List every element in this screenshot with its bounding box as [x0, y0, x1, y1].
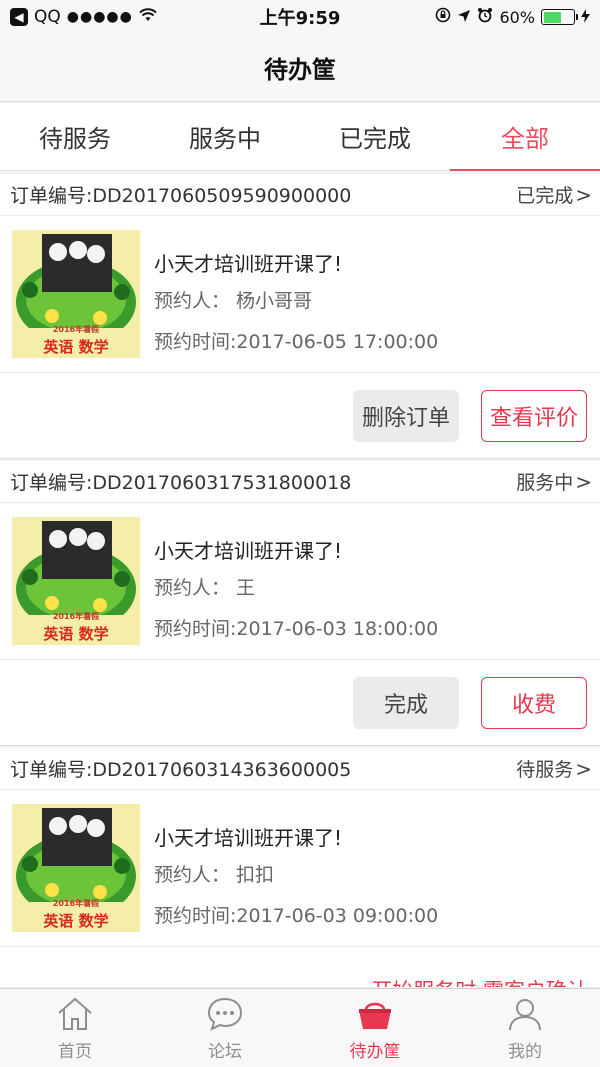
tab-pending[interactable]: 待服务 [0, 103, 150, 170]
chevron-right-icon: > [575, 756, 592, 781]
alarm-icon [477, 7, 493, 27]
order-booker: 预约人： 扣扣 [154, 864, 275, 886]
status-tabs: 待服务 服务中 已完成 全部 [0, 103, 600, 171]
page-title: 待办筐 [264, 56, 336, 84]
thumbnail-year-text: 2016年暑假 [52, 612, 100, 621]
chevron-right-icon: > [575, 182, 592, 207]
order-title: 小天才培训班开课了! [154, 826, 343, 850]
order-number: 订单编号:DD201706031436360​0005 [10, 759, 352, 781]
order-booker: 预约人： 王 [154, 577, 256, 599]
bottom-tab-bar: 首页 论坛 待办筐 我的 [0, 988, 600, 1067]
service-confirm-text: 开始服务时,需客户确认 [371, 975, 588, 987]
thumbnail-subject-text: 英语 数学 [43, 625, 109, 643]
thumbnail-subject-text: 英语 数学 [43, 338, 109, 356]
tabbar-item-me[interactable]: 我的 [450, 989, 600, 1067]
delete-order-button[interactable]: 删除订单 [353, 389, 459, 442]
tabbar-item-todo-basket[interactable]: 待办筐 [300, 989, 450, 1067]
chat-icon [205, 995, 245, 1033]
tab-completed[interactable]: 已完成 [300, 103, 450, 170]
order-card: 订单编号:DD201706031436360​0005 待服务 > [0, 748, 600, 987]
charging-icon [581, 8, 590, 27]
order-title: 小天才培训班开课了! [154, 539, 343, 563]
order-card: 订单编号:DD20170605095909000​00 已完成 > [0, 174, 600, 459]
signal-icon: ●●●●● [66, 9, 133, 25]
order-actions: 删除订单 查看评价 [0, 373, 600, 459]
tabbar-item-home[interactable]: 首页 [0, 989, 150, 1067]
navigation-bar: 待办筐 [0, 34, 600, 102]
order-card: 订单编号:DD201706031753180​0018 服务中 > [0, 461, 600, 746]
order-time: 预约时间:2017-06-03 18:00:00 [154, 618, 439, 640]
status-time: 上午9:59 [259, 8, 341, 29]
battery-percent: 60% [499, 7, 535, 27]
wifi-icon [139, 8, 157, 26]
location-icon [457, 8, 471, 27]
order-status-link[interactable]: 已完成 > [516, 181, 592, 208]
order-status: 服务中 [516, 472, 574, 494]
order-status-link[interactable]: 待服务 > [516, 755, 592, 782]
back-to-app-icon[interactable]: ◀ [10, 8, 28, 26]
thumbnail-year-text: 2016年暑假 [52, 899, 100, 908]
user-icon [505, 995, 545, 1033]
order-list[interactable]: 订单编号:DD20170605095909000​00 已完成 > [0, 174, 600, 990]
order-status-link[interactable]: 服务中 > [516, 468, 592, 495]
battery-icon [541, 9, 578, 25]
order-body[interactable]: 2016年暑假 英语 数学 小天才培训班开课了! 预约人： 扣扣 预约时间:20… [0, 790, 600, 947]
order-title: 小天才培训班开课了! [154, 252, 343, 276]
order-number: 订单编号:DD201706031753180​0018 [10, 472, 352, 494]
chevron-right-icon: > [575, 469, 592, 494]
order-status: 待服务 [516, 759, 574, 781]
charge-button[interactable]: 收费 [481, 676, 587, 729]
thumbnail-year-text: 2016年暑假 [52, 325, 100, 334]
rotation-lock-icon [435, 7, 451, 27]
basket-icon [355, 995, 395, 1033]
order-time: 预约时间:2017-06-03 09:00:00 [154, 905, 439, 927]
order-number: 订单编号:DD20170605095909000​00 [10, 185, 352, 207]
tabbar-label: 待办筐 [349, 1041, 401, 1062]
tabbar-label: 论坛 [208, 1041, 242, 1062]
tabbar-label: 首页 [58, 1041, 92, 1062]
order-actions: 完成 收费 [0, 660, 600, 746]
status-bar: ◀ QQ ●●●●● 上午9:59 60% [0, 0, 600, 34]
order-body[interactable]: 2016年暑假 英语 数学 小天才培训班开课了! 预约人： 王 预约时间:201… [0, 503, 600, 660]
course-thumbnail: 2016年暑假 英语 数学 [12, 230, 140, 358]
course-thumbnail: 2016年暑假 英语 数学 [12, 517, 140, 645]
order-header[interactable]: 订单编号:DD20170605095909000​00 已完成 > [0, 174, 600, 216]
order-body[interactable]: 2016年暑假 英语 数学 小天才培训班开课了! 预约人： 杨小哥哥 预约时间:… [0, 216, 600, 373]
carrier-label: QQ [34, 7, 61, 27]
order-time: 预约时间:2017-06-05 17:00:00 [154, 331, 439, 353]
home-icon [55, 995, 95, 1033]
course-thumbnail: 2016年暑假 英语 数学 [12, 804, 140, 932]
thumbnail-subject-text: 英语 数学 [43, 912, 109, 930]
complete-button[interactable]: 完成 [353, 676, 459, 729]
service-confirm-hint: 开始服务时,需客户确认 [0, 947, 600, 987]
tab-in-service[interactable]: 服务中 [150, 103, 300, 170]
tab-all[interactable]: 全部 [450, 103, 600, 171]
order-booker: 预约人： 杨小哥哥 [154, 290, 313, 312]
tabbar-label: 我的 [508, 1041, 542, 1062]
order-header[interactable]: 订单编号:DD201706031753180​0018 服务中 > [0, 461, 600, 503]
view-review-button[interactable]: 查看评价 [481, 389, 587, 442]
tabbar-item-forum[interactable]: 论坛 [150, 989, 300, 1067]
order-status: 已完成 [516, 185, 574, 207]
order-header[interactable]: 订单编号:DD201706031436360​0005 待服务 > [0, 748, 600, 790]
